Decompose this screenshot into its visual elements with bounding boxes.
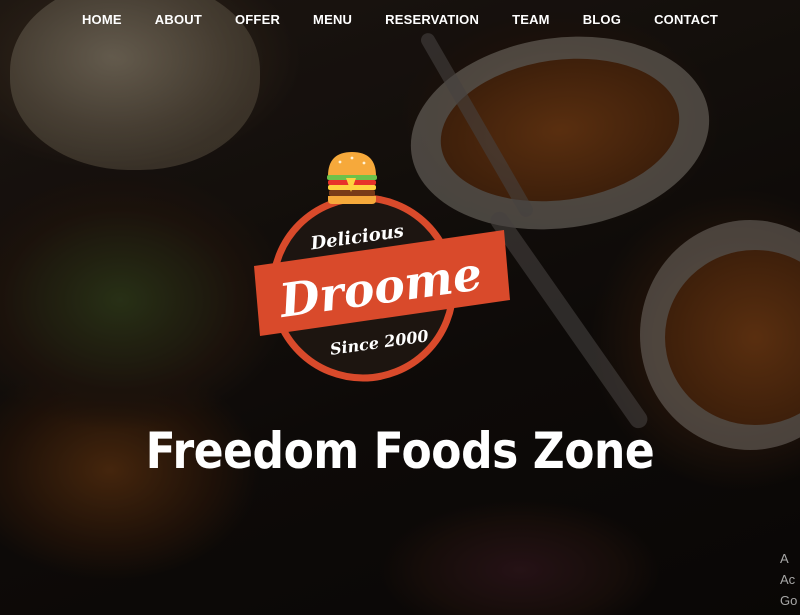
nav-reservation[interactable]: RESERVATION [385,12,479,27]
activation-watermark: A Ac Go [780,548,800,611]
nav-about[interactable]: ABOUT [155,12,202,27]
nav-offer[interactable]: OFFER [235,12,280,27]
nav-menu[interactable]: MENU [313,12,352,27]
nav-team[interactable]: TEAM [512,12,550,27]
main-navigation: HOME ABOUT OFFER MENU RESERVATION TEAM B… [0,0,800,38]
hero-title: Freedom Foods Zone [145,422,655,480]
nav-home[interactable]: HOME [82,12,122,27]
brand-logo[interactable]: Delicious Droome Since 2000 [248,148,518,393]
nav-blog[interactable]: BLOG [583,12,621,27]
watermark-line: Go [780,593,798,608]
burger-icon [327,152,377,204]
nav-contact[interactable]: CONTACT [654,12,718,27]
watermark-line: Ac [780,572,796,587]
watermark-line: A [780,551,789,566]
